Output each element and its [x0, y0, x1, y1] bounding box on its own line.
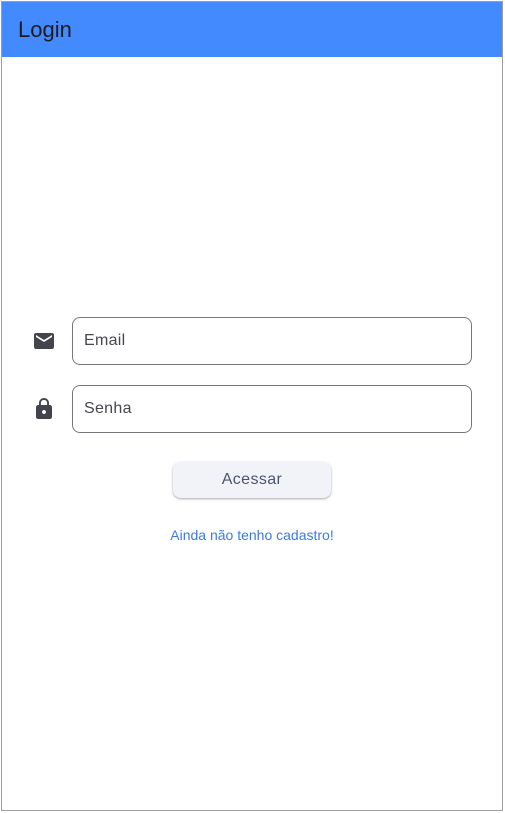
password-row: [2, 385, 502, 433]
email-row: [2, 317, 502, 365]
page-title: Login: [18, 16, 72, 42]
lock-icon: [32, 397, 56, 421]
password-field[interactable]: [72, 385, 472, 433]
app-window: Login Acessar Ainda não tenho cadastro!: [1, 1, 503, 811]
register-link[interactable]: Ainda não tenho cadastro!: [2, 527, 502, 543]
mail-icon: [32, 329, 56, 353]
login-button[interactable]: Acessar: [173, 462, 331, 498]
app-bar: Login: [2, 2, 502, 57]
email-field[interactable]: [72, 317, 472, 365]
